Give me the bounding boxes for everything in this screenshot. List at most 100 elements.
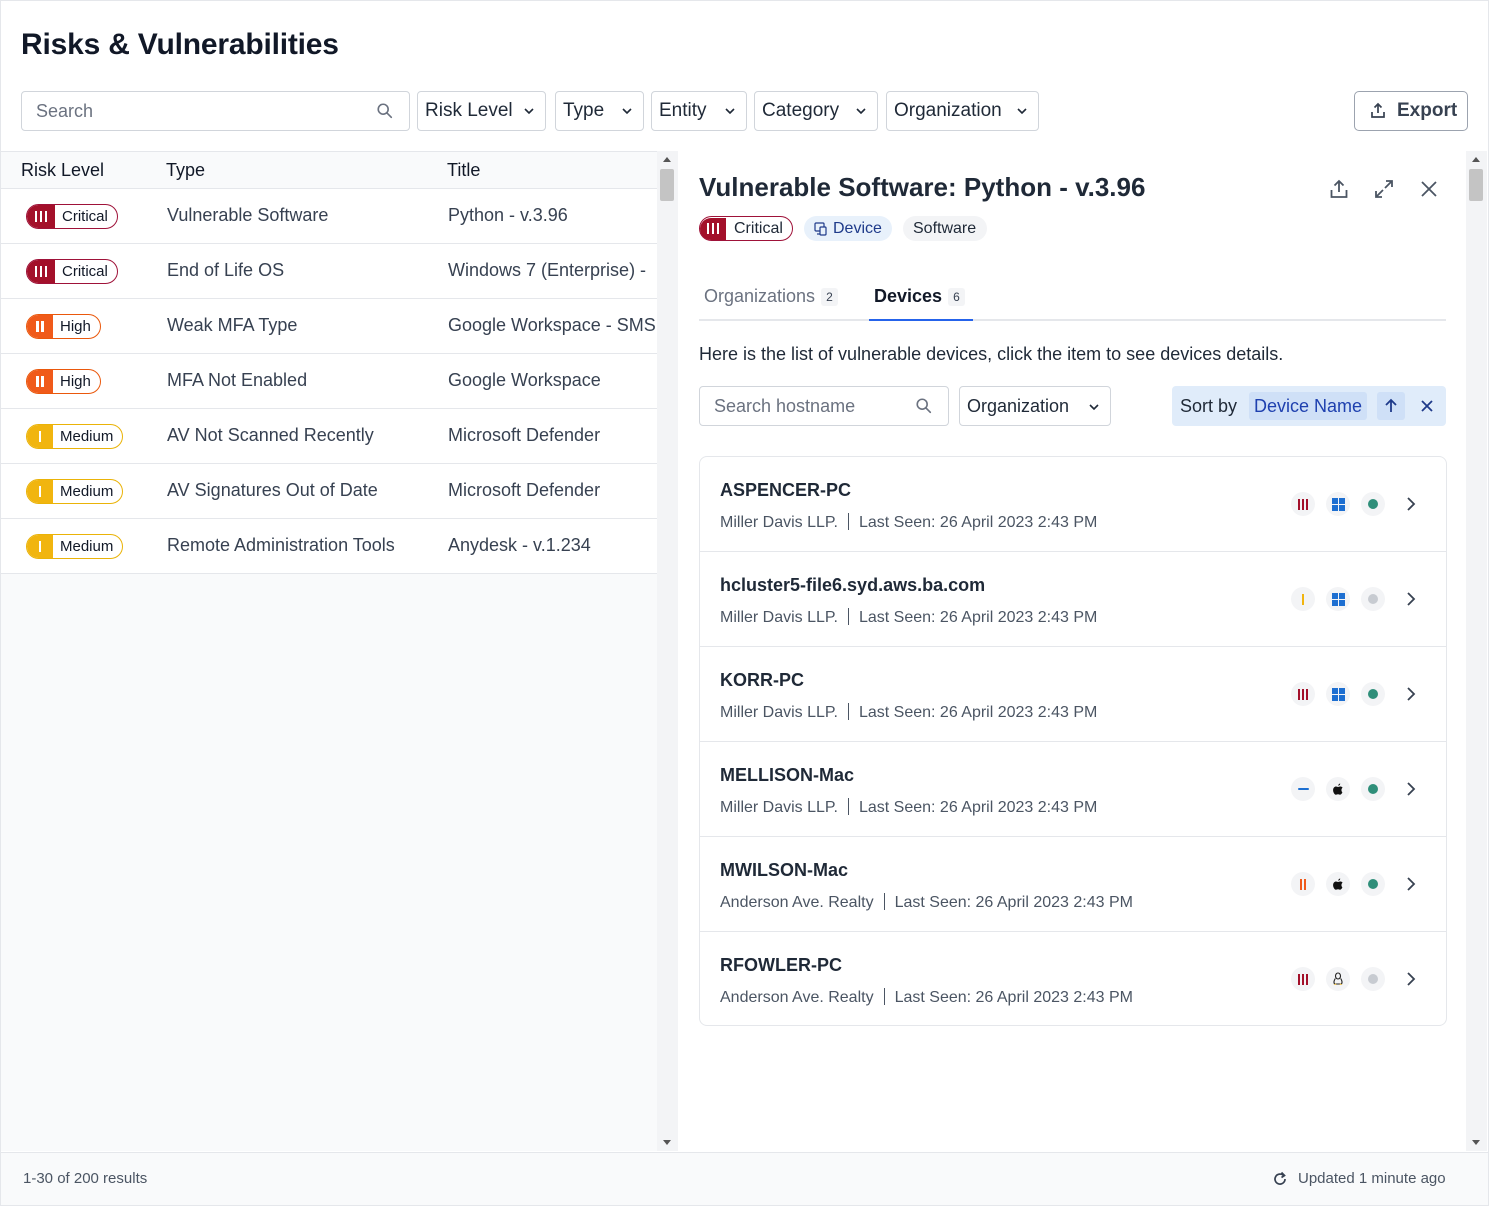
- export-button[interactable]: Export: [1354, 91, 1468, 131]
- organization-dropdown[interactable]: Organization: [886, 91, 1039, 131]
- type-dropdown[interactable]: Type: [555, 91, 644, 131]
- table-row[interactable]: Medium Remote Administration Tools Anyde…: [1, 519, 657, 574]
- risk-tag-critical: Critical: [699, 216, 793, 241]
- risk-badge-label: Medium: [60, 538, 114, 555]
- device-last-seen: Last Seen: 26 April 2023 2:43 PM: [894, 894, 1133, 911]
- scroll-down-arrow-icon[interactable]: [1472, 1140, 1480, 1145]
- detail-scrollbar[interactable]: [1466, 151, 1487, 1151]
- search-icon[interactable]: [915, 397, 933, 415]
- apple-icon: [1326, 872, 1350, 896]
- sort-field[interactable]: Device Name: [1249, 392, 1368, 420]
- share-icon[interactable]: [1328, 178, 1350, 200]
- device-list-item[interactable]: MWILSON-Mac Anderson Ave. Realty Last See…: [700, 837, 1446, 932]
- chevron-down-icon: [524, 108, 534, 115]
- refresh-icon[interactable]: [1272, 1171, 1288, 1187]
- sort-prefix: Sort by: [1180, 396, 1238, 416]
- device-organization-dropdown[interactable]: Organization: [959, 386, 1111, 426]
- scroll-down-arrow-icon[interactable]: [663, 1140, 671, 1145]
- risk-badge-critical: Critical: [26, 204, 118, 229]
- none-dash-icon: [1291, 777, 1315, 801]
- critical-bars-icon: [1291, 682, 1315, 706]
- risk-level-dropdown[interactable]: Risk Level: [417, 91, 546, 131]
- sort-ascending-arrow-icon[interactable]: [1377, 392, 1405, 420]
- chevron-right-icon[interactable]: [1405, 875, 1417, 893]
- search-field[interactable]: [21, 91, 410, 131]
- medium-bar-icon: [27, 480, 53, 503]
- table-row[interactable]: Critical End of Life OS Windows 7 (Enter…: [1, 244, 657, 299]
- scrollbar-thumb[interactable]: [660, 169, 674, 201]
- device-list-item[interactable]: hcluster5-file6.syd.aws.ba.com Miller Da…: [700, 552, 1446, 647]
- device-org: Anderson Ave. Realty: [720, 989, 874, 1006]
- device-name: ASPENCER-PC: [720, 480, 852, 500]
- row-type: Weak MFA Type: [167, 315, 298, 335]
- device-list-item[interactable]: RFOWLER-PC Anderson Ave. Realty Last Seen…: [700, 932, 1446, 1027]
- chevron-down-icon: [622, 108, 632, 115]
- risk-badge-medium: Medium: [26, 479, 124, 504]
- table-row[interactable]: Critical Vulnerable Software Python - v.…: [1, 189, 657, 244]
- devices-hint: Here is the list of vulnerable devices, …: [699, 344, 1284, 364]
- tab-organizations-count: 2: [821, 288, 838, 306]
- row-title: Google Workspace: [448, 370, 601, 390]
- scrollbar-thumb[interactable]: [1469, 169, 1483, 201]
- device-last-seen: Last Seen: 26 April 2023 2:43 PM: [858, 514, 1098, 531]
- page-title: Risks & Vulnerabilities: [21, 28, 339, 61]
- clear-sort-icon[interactable]: [1418, 397, 1436, 415]
- risk-badge-label: High: [60, 318, 91, 335]
- high-bars-icon: [27, 315, 53, 338]
- table-scrollbar[interactable]: [657, 151, 678, 1151]
- row-title: Microsoft Defender: [448, 480, 601, 500]
- chevron-right-icon[interactable]: [1405, 495, 1417, 513]
- risk-badge-medium: Medium: [26, 424, 124, 449]
- critical-bars-icon: [27, 260, 55, 283]
- device-last-seen: Last Seen: 26 April 2023 2:43 PM: [894, 989, 1133, 1006]
- close-icon[interactable]: [1418, 178, 1440, 200]
- expand-icon[interactable]: [1373, 178, 1395, 200]
- category-tag: Software: [903, 216, 988, 241]
- sort-chip[interactable]: Sort by Device Name: [1172, 386, 1446, 426]
- export-icon: [1371, 102, 1385, 118]
- search-icon[interactable]: [376, 102, 394, 120]
- entity-dropdown[interactable]: Entity: [651, 91, 747, 131]
- risk-badge-critical: Critical: [26, 259, 118, 284]
- risk-badge-label: Critical: [62, 263, 108, 280]
- entity-tag-label: Device: [833, 219, 882, 237]
- risk-badge-label: Medium: [60, 483, 114, 500]
- table-row[interactable]: Medium AV Signatures Out of Date Microso…: [1, 464, 657, 519]
- device-organization-dropdown-label: Organization: [967, 396, 1070, 416]
- table-row[interactable]: High MFA Not Enabled Google Workspace: [1, 354, 657, 409]
- linux-icon: [1326, 967, 1350, 991]
- search-input[interactable]: [36, 101, 356, 122]
- scroll-up-arrow-icon[interactable]: [663, 157, 671, 162]
- medium-bar-icon: [27, 425, 53, 448]
- table-row[interactable]: Medium AV Not Scanned Recently Microsoft…: [1, 409, 657, 464]
- hostname-search-input[interactable]: [714, 396, 904, 417]
- tab-devices-count: 6: [948, 288, 965, 306]
- organization-dropdown-label: Organization: [894, 100, 1002, 121]
- chevron-right-icon[interactable]: [1405, 780, 1417, 798]
- row-type: MFA Not Enabled: [167, 370, 308, 390]
- device-name: MWILSON-Mac: [720, 860, 848, 880]
- tab-devices[interactable]: Devices 6: [869, 278, 973, 321]
- row-title: Windows 7 (Enterprise) -: [448, 260, 647, 280]
- tab-organizations[interactable]: Organizations 2: [704, 278, 838, 321]
- windows-icon: [1326, 492, 1350, 516]
- category-dropdown[interactable]: Category: [754, 91, 878, 131]
- chevron-right-icon[interactable]: [1405, 590, 1417, 608]
- hostname-search-field[interactable]: [699, 386, 949, 426]
- column-header-title[interactable]: Title: [447, 160, 480, 181]
- device-list-item[interactable]: MELLISON-Mac Miller Davis LLP. Last Seen:…: [700, 742, 1446, 837]
- row-title: Python - v.3.96: [448, 205, 568, 225]
- chevron-right-icon[interactable]: [1405, 970, 1417, 988]
- category-tag-label: Software: [913, 219, 977, 237]
- risk-badge-label: Medium: [60, 428, 114, 445]
- row-type: AV Signatures Out of Date: [167, 480, 378, 500]
- column-header-risk-level[interactable]: Risk Level: [21, 160, 104, 181]
- chevron-right-icon[interactable]: [1405, 685, 1417, 703]
- device-list-item[interactable]: KORR-PC Miller Davis LLP. Last Seen: 26 A…: [700, 647, 1446, 742]
- device-list-item[interactable]: ASPENCER-PC Miller Davis LLP. Last Seen: …: [700, 457, 1446, 552]
- status-online-icon: [1361, 492, 1385, 516]
- table-row[interactable]: High Weak MFA Type Google Workspace - SM…: [1, 299, 657, 354]
- column-header-type[interactable]: Type: [166, 160, 205, 181]
- scroll-up-arrow-icon[interactable]: [1472, 157, 1480, 162]
- row-type: End of Life OS: [167, 260, 285, 280]
